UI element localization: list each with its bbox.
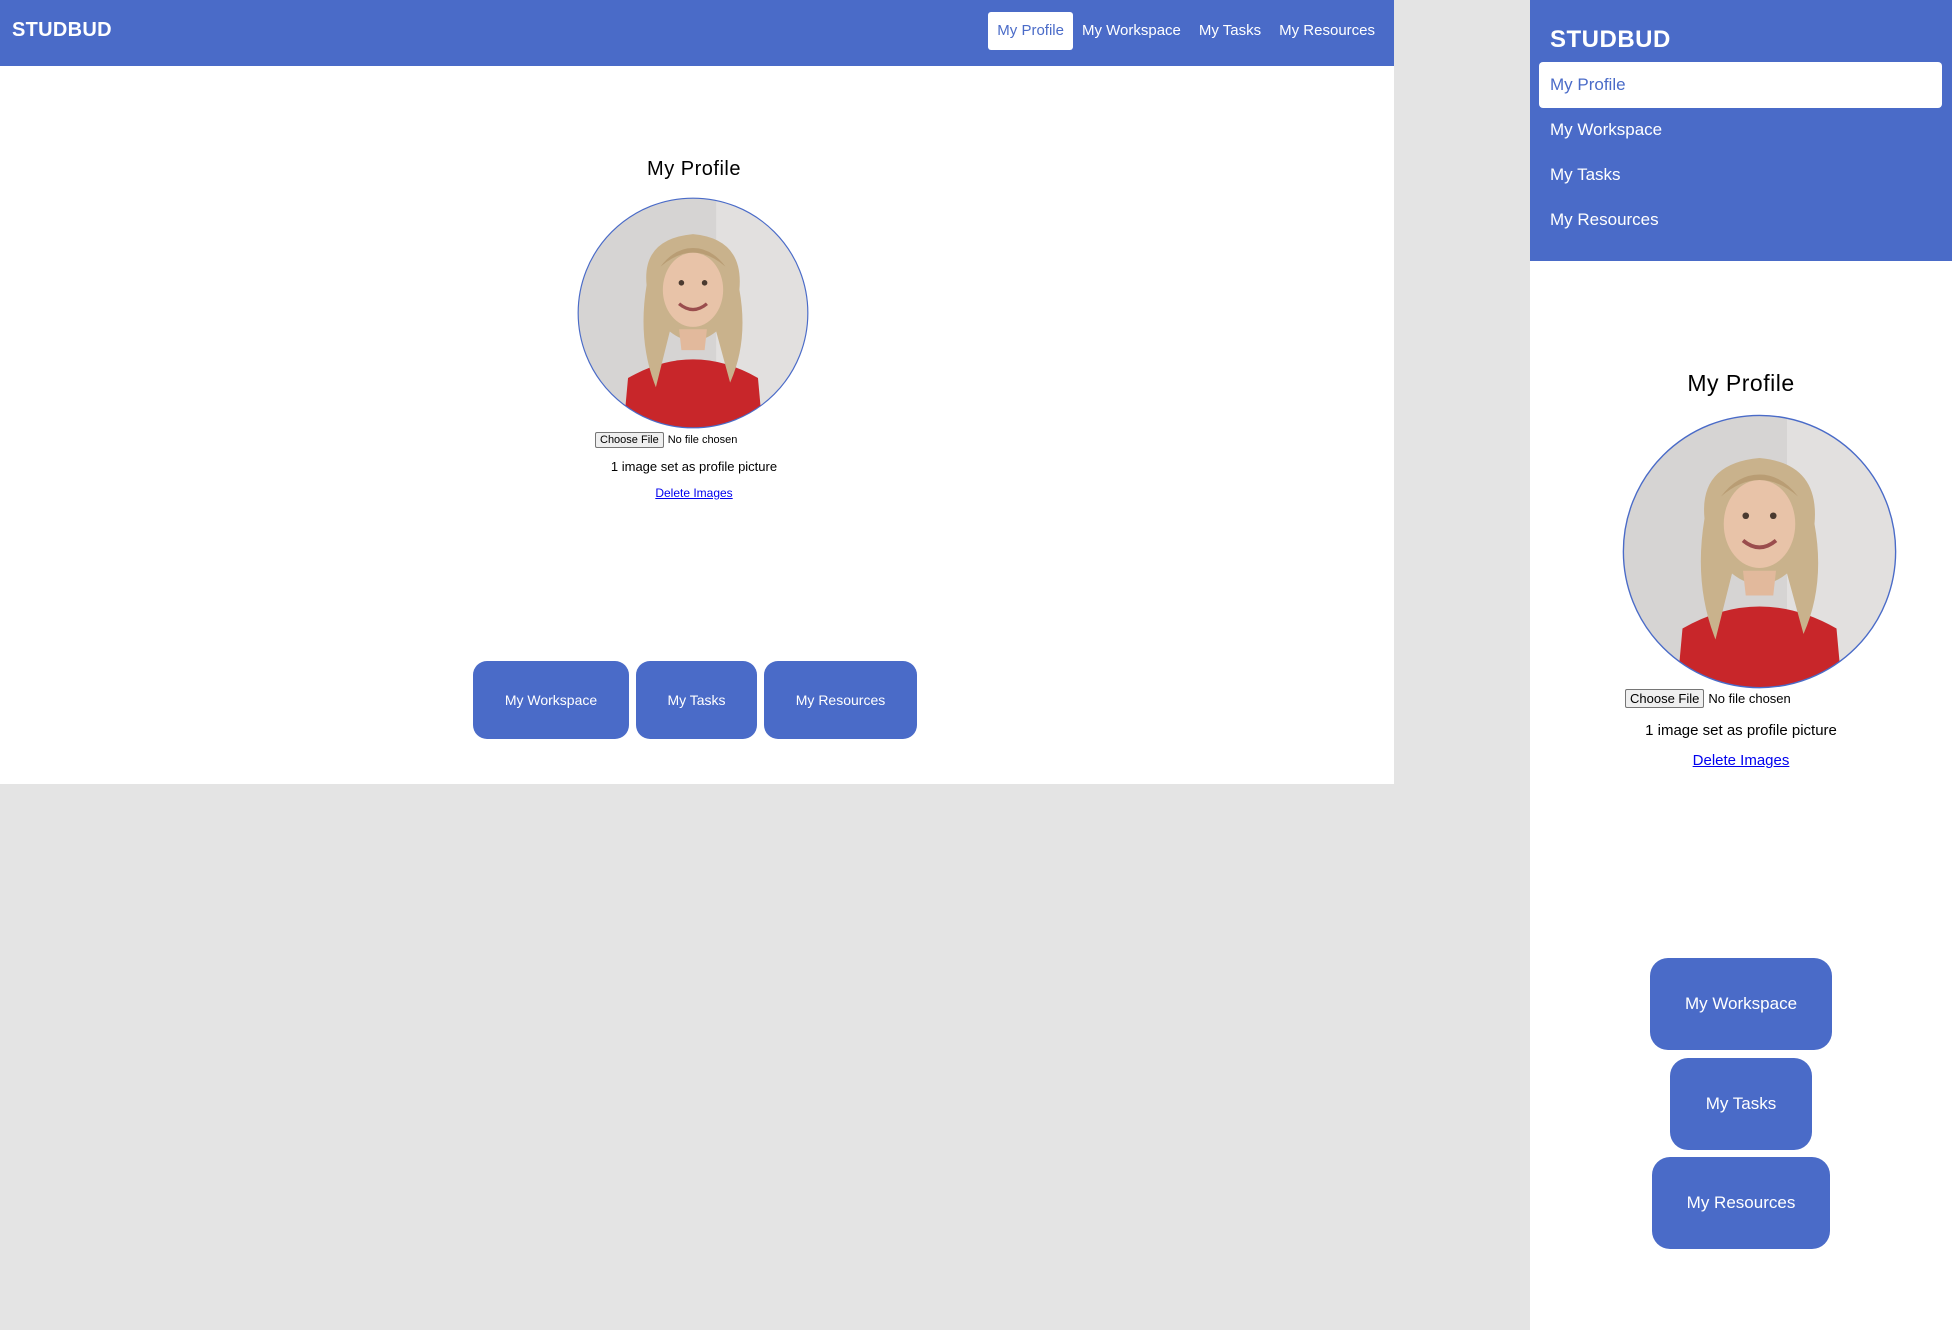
profile-avatar (577, 197, 809, 429)
nav-item-my-resources[interactable]: My Resources (1539, 197, 1942, 243)
quick-links: My Workspace My Tasks My Resources (473, 661, 917, 739)
brand-logo[interactable]: STUDBUD (1550, 26, 1671, 54)
delete-images-link[interactable]: Delete Images (655, 486, 732, 500)
tasks-card-button[interactable]: My Tasks (636, 661, 757, 739)
nav-item-my-workspace[interactable]: My Workspace (1539, 107, 1942, 153)
nav-item-my-tasks[interactable]: My Tasks (1190, 12, 1270, 50)
nav-item-my-workspace[interactable]: My Workspace (1073, 12, 1190, 50)
desktop-view: STUDBUD My Profile My Workspace My Tasks… (0, 0, 1394, 784)
page-title: My Profile (1687, 370, 1795, 396)
mobile-view: STUDBUD My Profile My Workspace My Tasks… (1530, 0, 1952, 1330)
workspace-card-button[interactable]: My Workspace (473, 661, 629, 739)
file-status-text: No file chosen (1708, 691, 1791, 706)
image-status-text: 1 image set as profile picture (1645, 722, 1837, 739)
nav-item-my-tasks[interactable]: My Tasks (1539, 152, 1942, 198)
file-input: Choose File No file chosen (1625, 689, 1791, 708)
workspace-card-button[interactable]: My Workspace (1650, 958, 1832, 1050)
nav-links: My Profile My Workspace My Tasks My Reso… (988, 12, 1384, 50)
page-title: My Profile (647, 158, 741, 180)
nav-item-my-profile[interactable]: My Profile (988, 12, 1073, 50)
choose-file-button[interactable]: Choose File (1625, 689, 1705, 708)
resources-card-button[interactable]: My Resources (764, 661, 917, 739)
top-navbar: STUDBUD My Profile My Workspace My Tasks… (0, 0, 1394, 66)
tasks-card-button[interactable]: My Tasks (1670, 1058, 1812, 1150)
delete-images-container: Delete Images (1530, 752, 1952, 769)
nav-item-my-resources[interactable]: My Resources (1270, 12, 1384, 50)
choose-file-button[interactable]: Choose File (595, 432, 664, 448)
nav-item-my-profile[interactable]: My Profile (1539, 62, 1942, 108)
image-status-text: 1 image set as profile picture (610, 459, 778, 474)
file-status-text: No file chosen (667, 434, 738, 446)
profile-avatar (1622, 414, 1897, 689)
mobile-navbar: STUDBUD My Profile My Workspace My Tasks… (1530, 0, 1952, 261)
delete-images-link[interactable]: Delete Images (1693, 752, 1790, 769)
file-input: Choose File No file chosen (595, 432, 737, 448)
brand-logo[interactable]: STUDBUD (12, 19, 112, 42)
resources-card-button[interactable]: My Resources (1652, 1157, 1830, 1249)
delete-images-container: Delete Images (0, 486, 1388, 500)
